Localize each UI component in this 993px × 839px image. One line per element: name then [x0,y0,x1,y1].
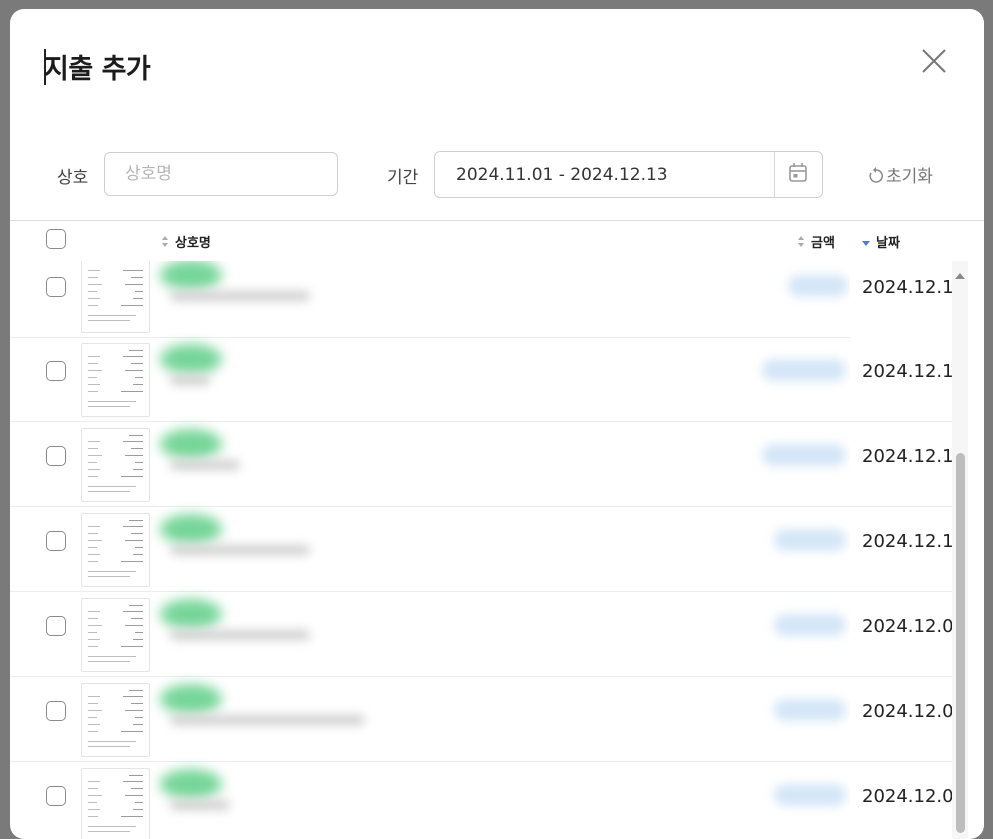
add-expense-dialog: 지출 추가 상호 기간 2024.11.01 - 2024.12.13 [10,9,984,839]
table-row[interactable]: 2024.12.12 [10,337,952,422]
date-cell: 2024.12.12 [850,261,952,337]
sort-icon [798,235,805,248]
close-button[interactable] [916,43,952,79]
reset-label: 초기화 [886,167,933,187]
blurred-shop-name [170,715,365,725]
date-cell: 2024.12.12 [850,422,952,506]
blurred-tag [160,344,222,374]
table-row[interactable]: 2024.12.12 [10,422,952,507]
select-all-checkbox[interactable] [46,229,66,249]
table-header: 상호명 금액 날짜 [10,221,970,261]
scrollbar-thumb[interactable] [956,453,965,833]
blurred-tag [160,429,222,459]
row-date: 2024.12.12 [862,277,952,298]
column-label-amount: 금액 [811,236,835,251]
scroll-up-arrow-icon[interactable] [955,273,965,279]
calendar-icon [789,163,807,182]
sort-desc-icon [862,240,870,246]
date-range-value: 2024.11.01 - 2024.12.13 [456,165,668,185]
refresh-icon [869,166,883,183]
row-date: 2024.12.12 [862,361,952,382]
blurred-amount [774,614,846,636]
dialog-title: 지출 추가 [44,54,151,85]
receipt-thumbnail[interactable] [81,598,150,672]
receipt-thumbnail[interactable] [81,428,150,502]
table-row[interactable]: 2024.12.09 [10,592,952,677]
calendar-button[interactable] [775,152,822,197]
receipt-thumbnail[interactable] [81,768,150,839]
blurred-shop-name [170,291,310,301]
row-date: 2024.12.10 [862,531,952,552]
row-checkbox[interactable] [46,277,66,297]
blurred-amount [762,444,846,466]
table-row[interactable]: 2024.12.12 [10,261,952,338]
column-label-shop: 상호명 [175,236,211,251]
column-header-date[interactable]: 날짜 [862,232,900,251]
row-checkbox[interactable] [46,531,66,551]
blurred-amount [762,359,846,381]
row-checkbox[interactable] [46,446,66,466]
blurred-tag [160,261,222,290]
date-cell: 2024.12.09 [850,592,952,676]
row-date: 2024.12.08 [862,701,952,722]
row-date: 2024.12.09 [862,616,952,637]
date-cell: 2024.12.12 [850,337,952,421]
reset-button[interactable]: 초기화 [868,162,933,187]
blurred-shop-name [170,460,240,470]
date-cell: 2024.12.08 [850,677,952,761]
row-checkbox[interactable] [46,616,66,636]
expense-list: 2024.12.12 2024.12.12 [10,261,952,839]
blurred-tag [160,514,222,544]
date-range-picker[interactable]: 2024.11.01 - 2024.12.13 [434,151,823,198]
blurred-tag [160,684,222,714]
filter-bar: 상호 기간 2024.11.01 - 2024.12.13 초기화 [10,151,984,199]
blurred-amount [774,529,846,551]
receipt-thumbnail[interactable] [81,261,150,333]
blurred-shop-name [170,800,230,810]
column-header-shop[interactable]: 상호명 [162,232,211,251]
row-checkbox[interactable] [46,786,66,806]
column-label-date: 날짜 [876,236,900,251]
receipt-thumbnail[interactable] [81,513,150,587]
row-checkbox[interactable] [46,361,66,381]
blurred-amount [774,699,846,721]
blurred-shop-name [170,545,310,555]
receipt-thumbnail[interactable] [81,343,150,417]
blurred-shop-name [170,630,310,640]
row-checkbox[interactable] [46,701,66,721]
blurred-amount [774,784,846,806]
row-date: 2024.12.12 [862,446,952,467]
period-label: 기간 [387,168,419,188]
table-row[interactable]: 2024.12.10 [10,507,952,592]
blurred-tag [160,769,222,799]
shop-search-input[interactable] [104,152,338,196]
table-row[interactable]: 2024.12.08 [10,677,952,762]
receipt-thumbnail[interactable] [81,683,150,757]
blurred-shop-name [170,375,210,385]
sort-icon [162,235,169,248]
shop-label: 상호 [57,168,89,188]
table-row[interactable]: 2024.12.07 [10,762,952,839]
close-icon [922,49,946,73]
date-cell: 2024.12.07 [850,762,952,839]
blurred-tag [160,599,222,629]
column-header-amount[interactable]: 금액 [798,232,835,251]
date-cell: 2024.12.10 [850,507,952,591]
blurred-amount [788,275,848,297]
row-date: 2024.12.07 [862,786,952,807]
